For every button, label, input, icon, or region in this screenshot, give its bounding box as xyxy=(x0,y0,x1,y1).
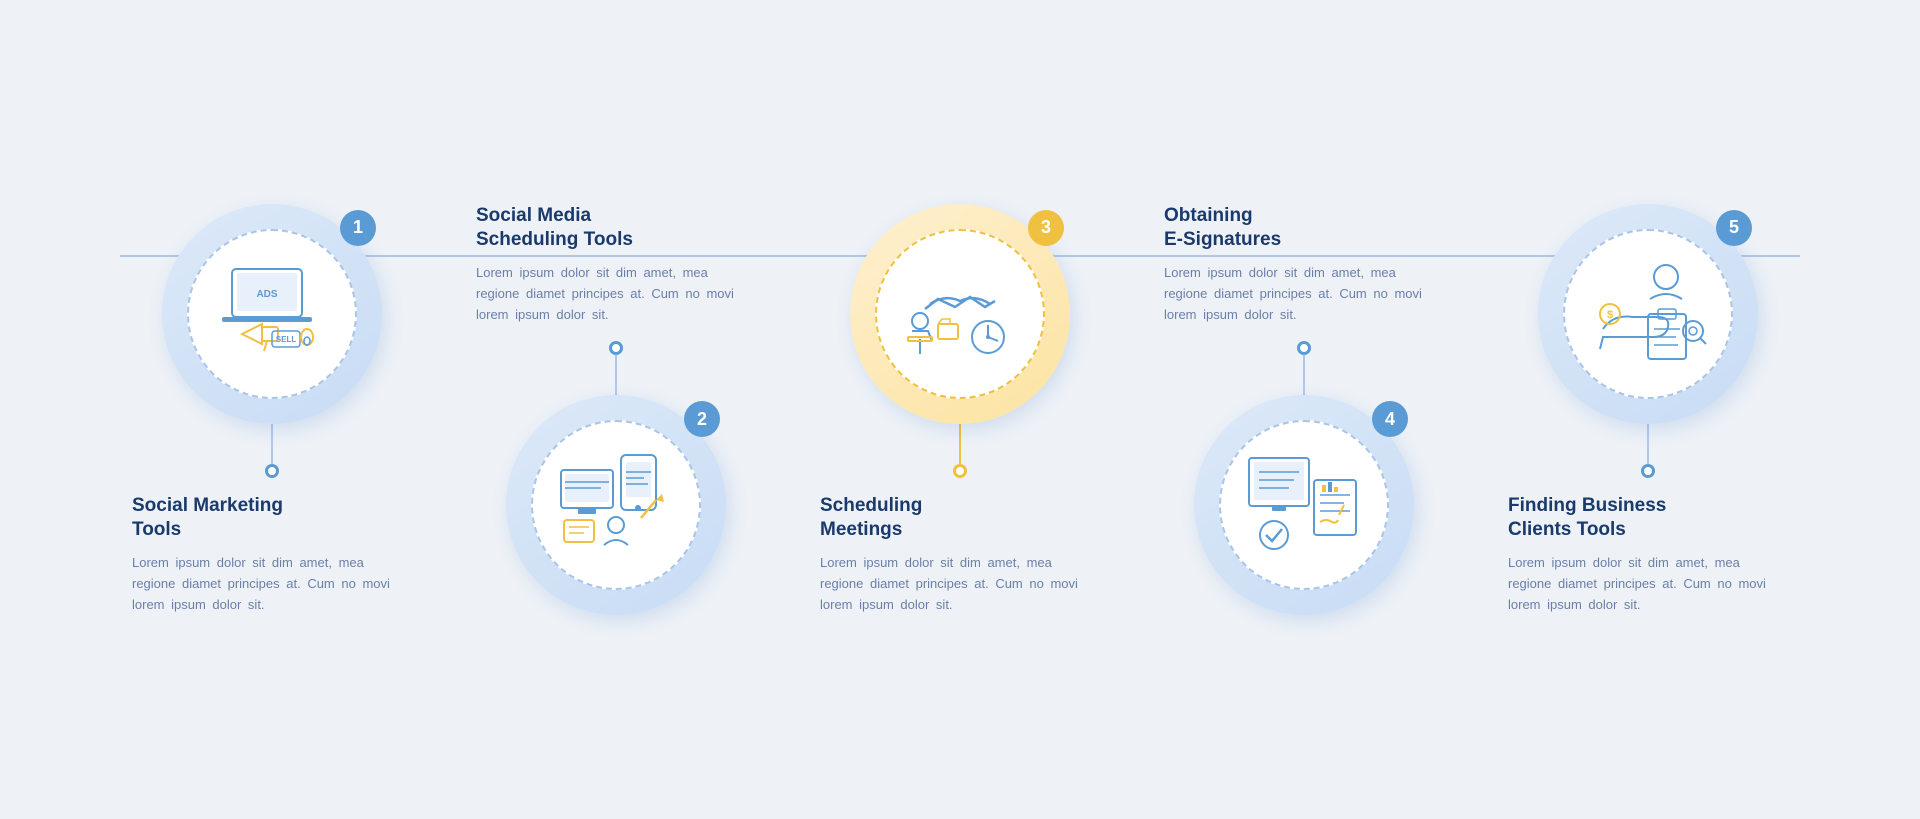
step-2-connector xyxy=(609,341,623,395)
step-2-connector-dot xyxy=(609,341,623,355)
svg-text:SELL: SELL xyxy=(276,335,297,344)
step-4-desc: Lorem ipsum dolor sit dim amet, mea regi… xyxy=(1164,263,1444,325)
svg-text:ADS: ADS xyxy=(256,289,277,300)
step-5: $ 5 Finding BusinessCl xyxy=(1483,204,1813,616)
step-5-circle-inner: $ xyxy=(1563,229,1733,399)
step-5-connector-line xyxy=(1647,424,1649,464)
step-5-icon: $ xyxy=(1583,249,1713,379)
step-4-circle-inner xyxy=(1219,420,1389,590)
step-4-text: ObtainingE-Signatures Lorem ipsum dolor … xyxy=(1164,204,1444,326)
steps-container: ADS SELL xyxy=(20,204,1900,616)
step-2-number: 2 xyxy=(684,401,720,437)
step-2-title: Social MediaScheduling Tools xyxy=(476,204,756,253)
step-1-text: Social MarketingTools Lorem ipsum dolor … xyxy=(132,494,412,616)
step-1-desc: Lorem ipsum dolor sit dim amet, mea regi… xyxy=(132,553,412,615)
step-5-circle-wrapper: $ 5 xyxy=(1538,204,1758,424)
step-1-icon: ADS SELL xyxy=(207,249,337,379)
step-4: ObtainingE-Signatures Lorem ipsum dolor … xyxy=(1139,204,1469,616)
step-1: ADS SELL xyxy=(107,204,437,616)
step-1-number: 1 xyxy=(340,210,376,246)
step-5-connector-dot xyxy=(1641,464,1655,478)
step-3-connector xyxy=(953,424,967,478)
step-2-desc: Lorem ipsum dolor sit dim amet, mea regi… xyxy=(476,263,756,325)
step-2-text: Social MediaScheduling Tools Lorem ipsum… xyxy=(476,204,756,326)
step-5-title: Finding BusinessClients Tools xyxy=(1508,494,1788,543)
step-1-connector-dot xyxy=(265,464,279,478)
step-3-icon xyxy=(895,249,1025,379)
svg-text:$: $ xyxy=(1607,309,1613,321)
step-5-number: 5 xyxy=(1716,210,1752,246)
step-3-text: SchedulingMeetings Lorem ipsum dolor sit… xyxy=(820,494,1100,616)
step-4-number: 4 xyxy=(1372,401,1408,437)
step-3: 3 SchedulingMeetings Lorem ipsum dolor s… xyxy=(795,204,1125,616)
step-4-title: ObtainingE-Signatures xyxy=(1164,204,1444,253)
step-3-desc: Lorem ipsum dolor sit dim amet, mea regi… xyxy=(820,553,1100,615)
step-2-circle-wrapper: 2 xyxy=(506,395,726,615)
step-1-circle-inner: ADS SELL xyxy=(187,229,357,399)
step-3-connector-dot xyxy=(953,464,967,478)
step-4-circle-wrapper: 4 xyxy=(1194,395,1414,615)
step-1-circle-wrapper: ADS SELL xyxy=(162,204,382,424)
step-4-connector-line xyxy=(1303,355,1305,395)
step-4-connector xyxy=(1297,341,1311,395)
step-3-number: 3 xyxy=(1028,210,1064,246)
step-1-title: Social MarketingTools xyxy=(132,494,412,543)
step-1-connector xyxy=(265,424,279,478)
step-1-connector-line xyxy=(271,424,273,464)
step-2-connector-line xyxy=(615,355,617,395)
step-2: Social MediaScheduling Tools Lorem ipsum… xyxy=(451,204,781,616)
step-5-text: Finding BusinessClients Tools Lorem ipsu… xyxy=(1508,494,1788,616)
step-2-circle-inner xyxy=(531,420,701,590)
step-4-icon xyxy=(1239,440,1369,570)
step-5-desc: Lorem ipsum dolor sit dim amet, mea regi… xyxy=(1508,553,1788,615)
step-4-connector-dot xyxy=(1297,341,1311,355)
step-5-connector xyxy=(1641,424,1655,478)
step-2-icon xyxy=(551,440,681,570)
step-3-connector-line xyxy=(959,424,961,464)
infographic: ADS SELL xyxy=(20,20,1900,800)
step-3-title: SchedulingMeetings xyxy=(820,494,1100,543)
step-3-circle-wrapper: 3 xyxy=(850,204,1070,424)
step-3-circle-inner xyxy=(875,229,1045,399)
